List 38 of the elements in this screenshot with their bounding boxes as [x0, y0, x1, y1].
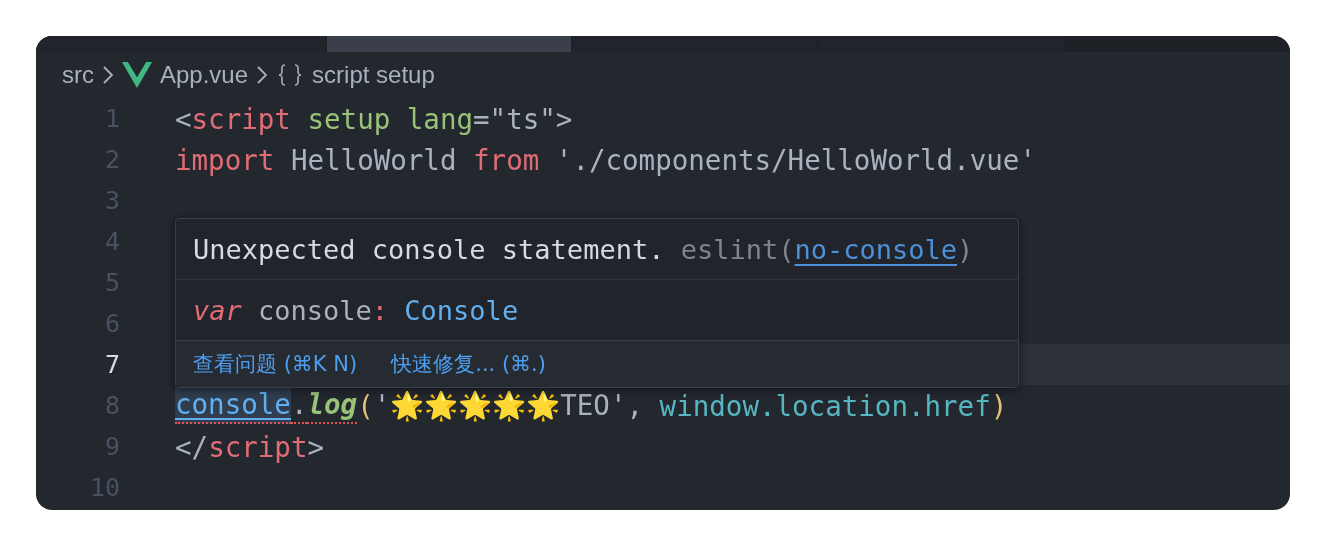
breadcrumb-item[interactable]: script setup: [312, 61, 435, 89]
code-token: var: [193, 294, 242, 326]
chevron-right-icon: [256, 65, 269, 85]
code-token: script: [191, 102, 291, 135]
code-token: ): [990, 389, 1008, 422]
chevron-right-icon: [102, 65, 114, 85]
code-token: </: [175, 430, 209, 463]
editor-tab[interactable]: [36, 36, 325, 52]
code-token: './components/HelloWorld.vue': [554, 143, 1036, 176]
code-token: setup: [306, 102, 391, 135]
action-link[interactable]: 快速修复... (⌘.): [391, 350, 546, 378]
lint-message: Unexpected console statement.: [193, 233, 665, 265]
code-token: ="ts">: [473, 102, 573, 135]
code-token: console: [257, 294, 372, 326]
code-token: HelloWorld: [289, 143, 458, 176]
code-token: <: [175, 102, 192, 135]
code-token: >: [307, 430, 325, 463]
editor-tab[interactable]: [819, 36, 1063, 52]
vue-logo-icon: [122, 62, 152, 88]
rule-link[interactable]: no-console: [794, 233, 957, 265]
code-token: window.location.href: [658, 389, 991, 422]
code-token: import: [175, 143, 275, 176]
code-token: console: [175, 387, 291, 424]
editor-tab[interactable]: [573, 36, 817, 52]
action-link[interactable]: 查看问题 (⌘K N): [193, 350, 358, 378]
code-token: '🌟🌟🌟🌟🌟TEO',: [373, 389, 644, 422]
code-token: script: [208, 430, 308, 463]
code-token: Console: [404, 294, 519, 326]
code-token: (: [357, 389, 374, 422]
lint-source: ): [957, 233, 974, 265]
editor-tab[interactable]: [327, 36, 571, 52]
breadcrumb-item[interactable]: App.vue: [160, 61, 249, 89]
code-token: from: [473, 143, 540, 176]
line-number: 7: [103, 350, 120, 379]
lint-source: eslint(: [679, 233, 795, 265]
code-token: lang: [405, 102, 474, 135]
breadcrumb-item[interactable]: src: [62, 61, 94, 89]
code-token: :: [371, 294, 390, 326]
